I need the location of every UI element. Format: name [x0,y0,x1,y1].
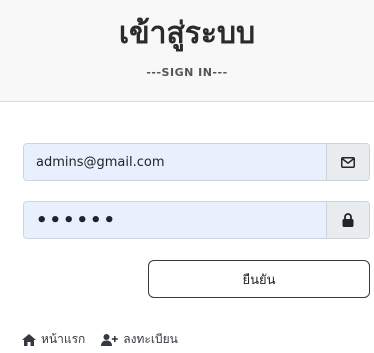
home-link-label: หน้าแรก [41,332,86,346]
home-link[interactable]: หน้าแรก [22,330,85,349]
register-link-label: ลงทะเบียน [123,332,178,346]
home-icon [22,333,36,346]
user-plus-icon [101,333,119,346]
envelope-icon [326,144,369,180]
email-field[interactable] [24,144,326,180]
password-field[interactable] [24,202,326,238]
page-title: เข้าสู่ระบบ [118,16,256,51]
register-link[interactable]: ลงทะเบียน [101,330,178,349]
password-input-group [23,201,370,239]
page-header: เข้าสู่ระบบ ---SIGN IN--- [0,0,374,102]
page-subtitle: ---SIGN IN--- [146,66,228,79]
footer-links: หน้าแรก ลงทะเบียน [22,330,194,349]
submit-button[interactable]: ยืนยัน [148,260,370,298]
email-input-group [23,143,370,181]
lock-icon [326,202,369,238]
